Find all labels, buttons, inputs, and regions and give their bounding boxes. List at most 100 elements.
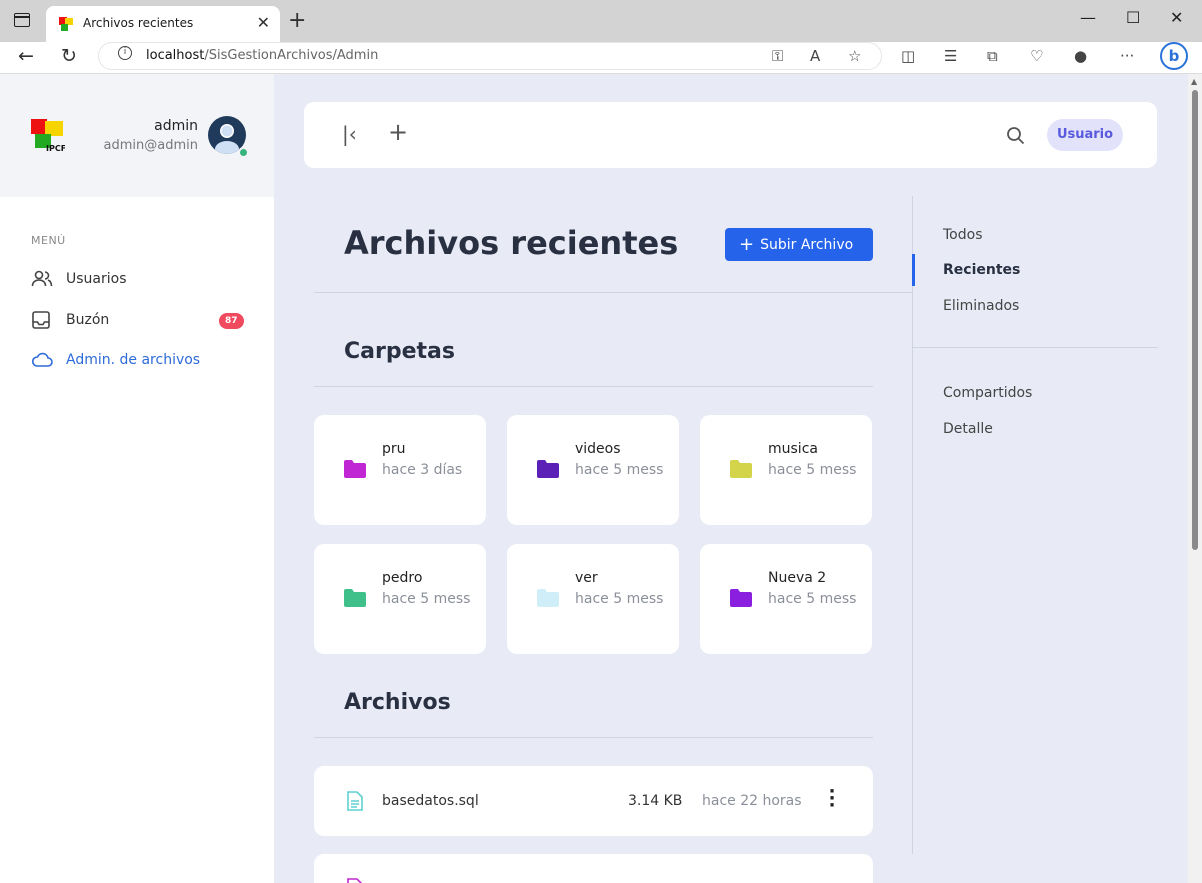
workspaces-icon[interactable] <box>14 13 30 27</box>
new-tab-icon[interactable]: + <box>288 8 306 33</box>
folder-icon <box>537 589 559 607</box>
sidebar-item-usuarios[interactable]: Usuarios <box>31 268 251 292</box>
collections-icon[interactable]: ⧉ <box>987 47 998 65</box>
copilot-icon[interactable]: b <box>1160 42 1188 70</box>
svg-text:IPCF: IPCF <box>46 144 65 153</box>
folder-time: hace 5 mess <box>575 591 664 607</box>
folder-card[interactable]: ver hace 5 mess <box>507 544 679 654</box>
folder-card[interactable]: pru hace 3 días <box>314 415 486 525</box>
sidebar-item-admin-archivos[interactable]: Admin. de archivos <box>31 349 251 373</box>
files-divider <box>314 737 873 738</box>
folder-name: musica <box>768 441 818 457</box>
filter-compartidos[interactable]: Compartidos <box>943 385 1032 401</box>
folder-time: hace 5 mess <box>382 591 471 607</box>
folder-time: hace 5 mess <box>768 462 857 478</box>
folder-icon <box>537 460 559 478</box>
site-favicon <box>59 17 73 31</box>
folders-divider <box>314 386 873 387</box>
right-filter-nav: Todos Recientes Eliminados Compartidos D… <box>912 196 1158 854</box>
search-icon[interactable] <box>1006 126 1026 146</box>
user-email: admin@admin <box>103 138 198 153</box>
folder-card[interactable]: videos hace 5 mess <box>507 415 679 525</box>
app-root: IPCF admin admin@admin MENÚ Usuarios Buz… <box>0 74 1188 883</box>
user-role-button[interactable]: Usuario <box>1047 119 1123 151</box>
key-icon[interactable]: ⚿ <box>772 47 783 65</box>
document-icon <box>347 791 363 811</box>
folder-icon <box>344 460 366 478</box>
rightnav-divider <box>913 347 1158 348</box>
back-icon[interactable]: ← <box>18 45 34 67</box>
filter-eliminados[interactable]: Eliminados <box>943 298 1019 314</box>
folders-section-title: Carpetas <box>344 339 455 364</box>
url-text[interactable]: localhost/SisGestionArchivos/Admin <box>146 48 378 63</box>
folder-time: hace 5 mess <box>575 462 664 478</box>
browser-address-bar: ← ↻ i localhost/SisGestionArchivos/Admin… <box>0 42 1202 74</box>
top-toolbar: |‹ + Usuario <box>304 102 1157 168</box>
sidebar-item-label: Usuarios <box>66 271 127 287</box>
title-divider <box>314 292 912 293</box>
user-name: admin <box>154 118 198 134</box>
browser-tab-bar: Archivos recientes ✕ + — ☐ ✕ <box>0 0 1202 42</box>
maximize-icon[interactable]: ☐ <box>1126 8 1140 27</box>
folder-name: pru <box>382 441 406 457</box>
folder-icon <box>730 589 752 607</box>
filter-todos[interactable]: Todos <box>943 227 982 243</box>
minimize-icon[interactable]: — <box>1080 8 1096 27</box>
folder-icon <box>344 589 366 607</box>
split-screen-icon[interactable]: ◫ <box>901 47 915 65</box>
file-size: 3.14 KB <box>628 793 683 809</box>
folder-card[interactable]: musica hace 5 mess <box>700 415 872 525</box>
sidebar-item-buzon[interactable]: Buzón 87 <box>31 309 251 333</box>
folder-card[interactable]: pedro hace 5 mess <box>314 544 486 654</box>
upload-file-button[interactable]: + Subir Archivo <box>725 228 873 261</box>
app-logo: IPCF <box>31 119 65 153</box>
more-vertical-icon[interactable]: · · · <box>826 783 838 815</box>
browser-essentials-icon[interactable]: ♡ <box>1030 47 1043 65</box>
page-title: Archivos recientes <box>344 224 679 262</box>
site-info-icon[interactable]: i <box>118 46 132 60</box>
inbox-icon <box>32 311 50 329</box>
collapse-sidebar-icon[interactable]: |‹ <box>342 122 357 146</box>
users-icon <box>31 270 53 287</box>
folder-name: Nueva 2 <box>768 570 827 586</box>
online-status-dot <box>238 147 249 158</box>
tab-title: Archivos recientes <box>83 16 194 30</box>
menu-title: MENÚ <box>31 234 66 247</box>
unread-count-badge: 87 <box>219 313 244 329</box>
filter-detalle[interactable]: Detalle <box>943 421 993 437</box>
file-row[interactable]: basedatos.sql 3.14 KB hace 22 horas · · · <box>314 766 873 836</box>
read-aloud-icon[interactable]: A <box>810 47 820 65</box>
favorites-list-icon[interactable]: ☰ <box>944 47 957 65</box>
profile-icon[interactable]: ● <box>1074 47 1087 65</box>
close-window-icon[interactable]: ✕ <box>1170 8 1183 27</box>
page-scrollbar[interactable]: ▲ <box>1188 74 1202 883</box>
sidebar: IPCF admin admin@admin MENÚ Usuarios Buz… <box>0 74 274 883</box>
folder-icon <box>730 460 752 478</box>
filter-recientes[interactable]: Recientes <box>943 262 1020 278</box>
file-time: hace 22 horas <box>702 793 802 809</box>
scroll-up-arrow-icon[interactable]: ▲ <box>1191 77 1197 86</box>
sidebar-item-label: Admin. de archivos <box>66 352 201 368</box>
tab-close-icon[interactable]: ✕ <box>257 13 270 32</box>
folder-name: pedro <box>382 570 423 586</box>
scroll-thumb[interactable] <box>1192 90 1198 550</box>
plus-icon: + <box>739 234 755 255</box>
folder-time: hace 5 mess <box>768 591 857 607</box>
folder-card[interactable]: Nueva 2 hace 5 mess <box>700 544 872 654</box>
profile-panel: IPCF admin admin@admin <box>0 74 274 197</box>
file-row[interactable] <box>314 854 873 883</box>
folder-name: videos <box>575 441 621 457</box>
file-name: basedatos.sql <box>382 793 479 809</box>
cloud-icon <box>31 352 53 367</box>
more-options-icon[interactable]: ··· <box>1120 47 1134 65</box>
browser-tab[interactable]: Archivos recientes ✕ <box>46 6 280 42</box>
folder-time: hace 3 días <box>382 462 463 478</box>
files-section-title: Archivos <box>344 690 451 715</box>
refresh-icon[interactable]: ↻ <box>61 45 77 67</box>
folder-name: ver <box>575 570 598 586</box>
favorite-star-icon[interactable]: ☆ <box>848 47 861 65</box>
upload-label: Subir Archivo <box>760 237 854 253</box>
active-indicator <box>912 254 915 286</box>
add-icon[interactable]: + <box>388 118 408 146</box>
sidebar-item-label: Buzón <box>66 312 110 328</box>
